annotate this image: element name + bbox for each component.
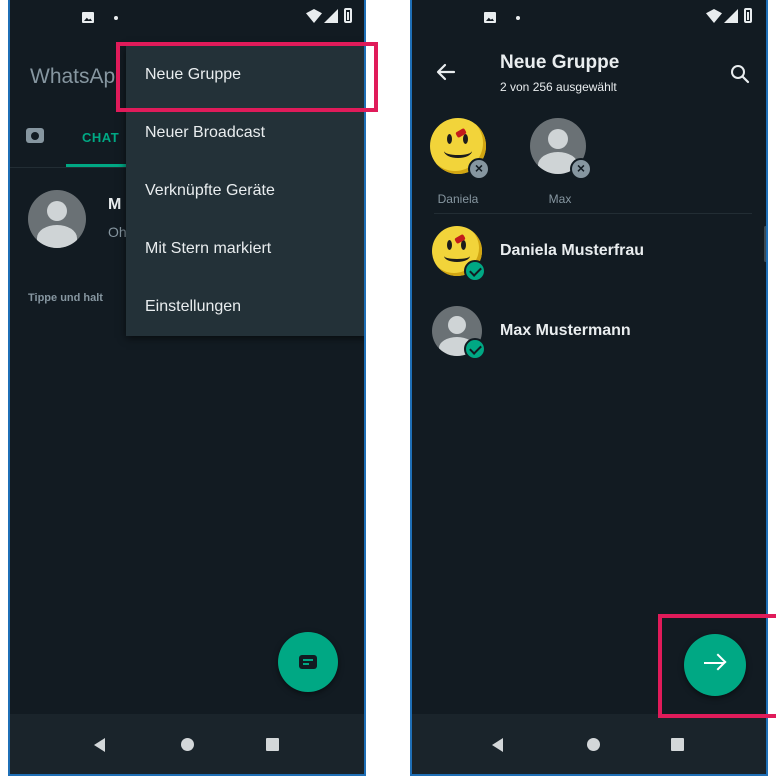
menu-item-starred[interactable]: Mit Stern markiert — [126, 220, 364, 278]
selected-chip-daniela[interactable]: × Daniela — [424, 112, 492, 208]
chat-name: M — [108, 196, 122, 213]
contact-avatar — [28, 190, 86, 248]
hint-text: Tippe und halt — [28, 292, 103, 304]
battery-icon — [744, 8, 752, 23]
remove-icon[interactable]: × — [468, 158, 490, 180]
remove-icon[interactable]: × — [570, 158, 592, 180]
scrollbar[interactable] — [764, 226, 766, 262]
nav-recents-icon[interactable] — [266, 738, 279, 751]
highlight-next-button — [658, 614, 776, 718]
status-bar — [10, 0, 364, 34]
notification-dot-icon — [114, 16, 118, 20]
selected-chip-max[interactable]: × Max — [526, 112, 594, 208]
nav-back-icon[interactable] — [94, 738, 105, 752]
nav-back-icon[interactable] — [492, 738, 503, 752]
gallery-notification-icon — [82, 12, 94, 23]
selection-count: 2 von 256 ausgewählt — [500, 80, 617, 94]
menu-item-settings[interactable]: Einstellungen — [126, 278, 364, 336]
tab-chats[interactable]: CHAT — [82, 130, 119, 145]
check-icon — [464, 338, 486, 360]
new-chat-fab[interactable] — [278, 632, 338, 692]
search-icon[interactable] — [730, 64, 750, 84]
contact-name: Daniela Musterfrau — [500, 242, 645, 259]
page-title: Neue Gruppe — [500, 52, 620, 73]
back-arrow-icon[interactable] — [436, 62, 456, 82]
new-chat-icon — [299, 655, 317, 669]
check-icon — [464, 260, 486, 282]
system-nav-bar — [10, 714, 364, 774]
nav-home-icon[interactable] — [181, 738, 194, 751]
nav-home-icon[interactable] — [587, 738, 600, 751]
contact-row-daniela[interactable]: Daniela Musterfrau — [412, 216, 766, 292]
menu-item-new-broadcast[interactable]: Neuer Broadcast — [126, 104, 364, 162]
gallery-notification-icon — [484, 12, 496, 23]
nav-recents-icon[interactable] — [671, 738, 684, 751]
wifi-icon — [306, 9, 322, 23]
signal-icon — [324, 9, 338, 23]
signal-icon — [724, 9, 738, 23]
app-title: WhatsAp — [30, 65, 116, 88]
chip-label: Daniela — [437, 192, 479, 206]
contact-row-max[interactable]: Max Mustermann — [412, 294, 766, 370]
wifi-icon — [706, 9, 722, 23]
battery-icon — [344, 8, 352, 23]
system-nav-bar — [412, 714, 766, 774]
chat-preview: Oh — [108, 224, 127, 240]
menu-item-linked-devices[interactable]: Verknüpfte Geräte — [126, 162, 364, 220]
chips-divider — [434, 213, 752, 214]
status-bar — [412, 0, 766, 34]
contact-name: Max Mustermann — [500, 322, 631, 339]
notification-dot-icon — [516, 16, 520, 20]
camera-tab-icon[interactable] — [26, 128, 44, 143]
highlight-new-group — [116, 42, 378, 112]
chip-label: Max — [548, 192, 572, 206]
left-phone-screen: WhatsAp CHAT M Oh Tippe und halt Neue Gr… — [8, 0, 366, 776]
